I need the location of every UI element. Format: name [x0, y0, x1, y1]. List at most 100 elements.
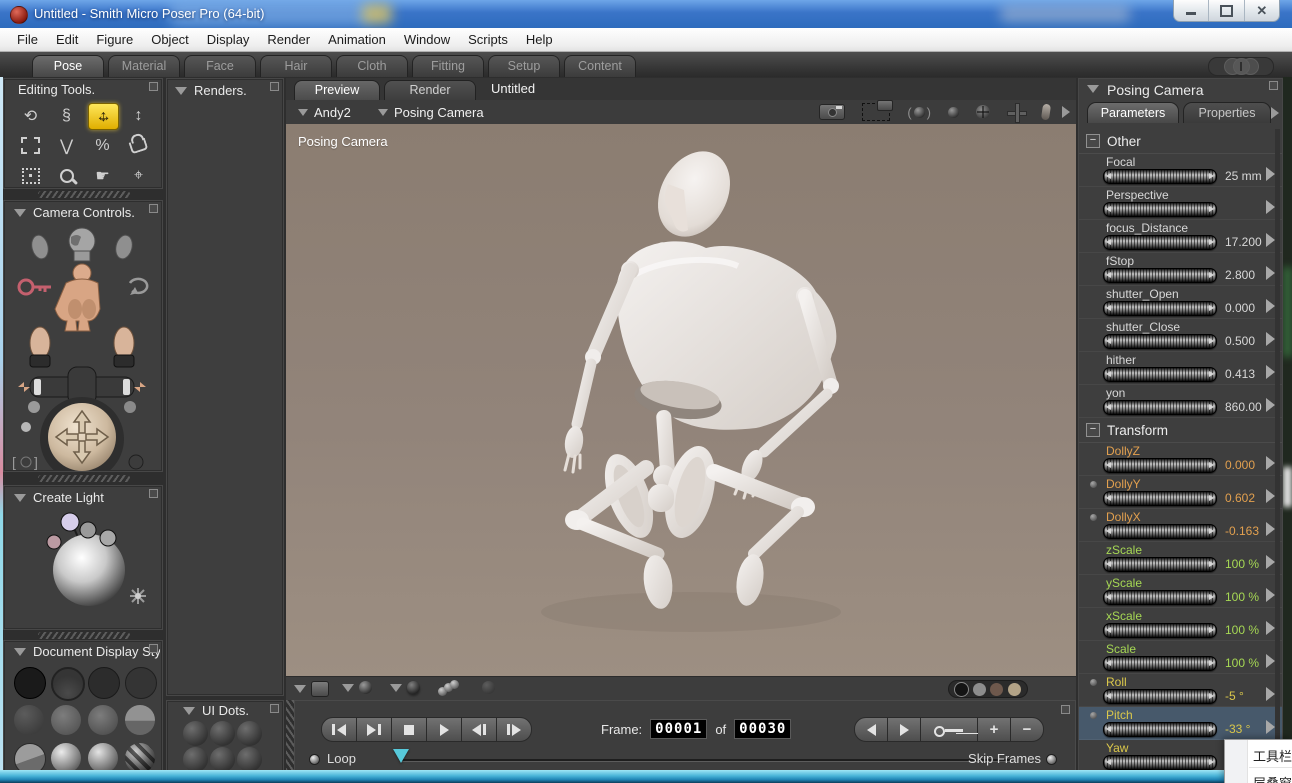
param-menu-arrow-icon[interactable] — [1266, 621, 1275, 635]
ui-dot[interactable] — [183, 747, 208, 772]
bg-color-swatch[interactable] — [990, 683, 1003, 696]
panel-menu-icon[interactable] — [1269, 81, 1278, 90]
preview-viewport[interactable]: Posing Camera — [286, 124, 1076, 676]
param-value[interactable]: 0.413 — [1225, 367, 1255, 381]
param-dial[interactable] — [1103, 458, 1217, 473]
current-frame-field[interactable]: 00001 — [650, 719, 707, 739]
dial-right-arrow-icon[interactable] — [1209, 239, 1214, 245]
style-smooth-lined[interactable] — [88, 743, 118, 773]
panel-divider[interactable] — [38, 191, 130, 198]
param-value[interactable]: 860.00 — [1225, 400, 1262, 414]
ui-dot[interactable] — [210, 721, 235, 746]
title-bar[interactable]: Untitled - Smith Micro Poser Pro (64-bit… — [0, 0, 1292, 28]
dial-left-arrow-icon[interactable] — [1106, 627, 1111, 633]
param-value[interactable]: 17.200 — [1225, 235, 1262, 249]
panel-menu-icon[interactable] — [1061, 705, 1070, 714]
param-dial[interactable] — [1103, 656, 1217, 671]
delete-keyframe-button[interactable]: − — [1010, 717, 1044, 742]
param-menu-arrow-icon[interactable] — [1266, 687, 1275, 701]
param-value[interactable]: 100 % — [1225, 557, 1259, 571]
param-menu-arrow-icon[interactable] — [1266, 588, 1275, 602]
param-menu-arrow-icon[interactable] — [1266, 332, 1275, 346]
dial-left-arrow-icon[interactable] — [1106, 239, 1111, 245]
tracking-mode-control[interactable] — [438, 681, 460, 697]
dial-right-arrow-icon[interactable] — [1209, 660, 1214, 666]
figure-andy2[interactable] — [286, 124, 1076, 676]
param-menu-arrow-icon[interactable] — [1266, 456, 1275, 470]
param-value[interactable]: 0.500 — [1225, 334, 1255, 348]
param-dial[interactable] — [1103, 202, 1217, 217]
room-tab-face[interactable]: Face — [184, 55, 256, 77]
param-dial[interactable] — [1103, 689, 1217, 704]
panel-menu-icon[interactable] — [270, 82, 279, 91]
param-dial[interactable] — [1103, 367, 1217, 382]
menu-object[interactable]: Object — [142, 32, 198, 47]
panel-menu-icon[interactable] — [149, 204, 158, 213]
trackball-icon[interactable] — [976, 105, 990, 119]
menu-item-toolbars[interactable]: 工具栏 — [1253, 746, 1292, 765]
timeline-drag-handle[interactable] — [286, 700, 294, 771]
menu-help[interactable]: Help — [517, 32, 562, 47]
depth-cue-control[interactable] — [294, 681, 329, 697]
bracketed-ball-icon[interactable]: () — [907, 105, 931, 120]
ui-dot[interactable] — [237, 721, 262, 746]
param-menu-arrow-icon[interactable] — [1266, 398, 1275, 412]
room-tab-pose[interactable]: Pose — [32, 55, 104, 77]
room-tab-hair[interactable]: Hair — [260, 55, 332, 77]
style-flat-shaded[interactable] — [51, 705, 81, 735]
style-cartoon[interactable] — [125, 705, 155, 735]
param-dial[interactable] — [1103, 590, 1217, 605]
menu-file[interactable]: File — [8, 32, 47, 47]
dial-left-arrow-icon[interactable] — [1106, 594, 1111, 600]
style-lit-wireframe[interactable] — [14, 705, 44, 735]
room-tab-setup[interactable]: Setup — [488, 55, 560, 77]
dial-right-arrow-icon[interactable] — [1209, 173, 1214, 179]
dial-right-arrow-icon[interactable] — [1209, 759, 1214, 765]
last-frame-button[interactable] — [356, 717, 392, 742]
step-back-button[interactable] — [461, 717, 497, 742]
param-value[interactable]: 0.000 — [1225, 458, 1255, 472]
param-dial[interactable] — [1103, 169, 1217, 184]
style-outline[interactable] — [51, 667, 85, 701]
param-dial[interactable] — [1103, 268, 1217, 283]
figure-selector[interactable]: Andy2 — [298, 105, 351, 120]
skip-frames-indicator[interactable] — [1046, 754, 1057, 765]
dial-right-arrow-icon[interactable] — [1209, 495, 1214, 501]
dial-left-arrow-icon[interactable] — [1106, 462, 1111, 468]
room-tab-cloth[interactable]: Cloth — [336, 55, 408, 77]
bg-color-swatch[interactable] — [973, 683, 986, 696]
dial-right-arrow-icon[interactable] — [1209, 693, 1214, 699]
param-menu-arrow-icon[interactable] — [1266, 654, 1275, 668]
collapse-section-icon[interactable]: − — [1086, 134, 1100, 148]
panel-menu-icon[interactable] — [149, 82, 158, 91]
ui-dot[interactable] — [183, 721, 208, 746]
dial-left-arrow-icon[interactable] — [1106, 272, 1111, 278]
param-menu-arrow-icon[interactable] — [1266, 365, 1275, 379]
collapse-icon[interactable] — [1087, 85, 1099, 93]
param-dial[interactable] — [1103, 400, 1217, 415]
param-dial[interactable] — [1103, 623, 1217, 638]
dial-right-arrow-icon[interactable] — [1209, 561, 1214, 567]
param-value[interactable]: 0.000 — [1225, 301, 1255, 315]
collapse-icon[interactable] — [14, 209, 26, 217]
panel-menu-icon[interactable] — [270, 704, 279, 713]
dial-right-arrow-icon[interactable] — [1209, 371, 1214, 377]
tab-preview[interactable]: Preview — [294, 80, 380, 100]
dial-left-arrow-icon[interactable] — [1106, 561, 1111, 567]
param-menu-arrow-icon[interactable] — [1266, 720, 1275, 734]
dial-left-arrow-icon[interactable] — [1106, 759, 1111, 765]
param-menu-arrow-icon[interactable] — [1266, 555, 1275, 569]
total-frames-field[interactable]: 00030 — [734, 719, 791, 739]
collapse-icon[interactable] — [14, 648, 26, 656]
param-value[interactable]: 100 % — [1225, 656, 1259, 670]
param-value[interactable]: 100 % — [1225, 623, 1259, 637]
dial-left-arrow-icon[interactable] — [1106, 528, 1111, 534]
loop-indicator[interactable] — [309, 754, 320, 765]
dial-right-arrow-icon[interactable] — [1209, 338, 1214, 344]
dial-right-arrow-icon[interactable] — [1209, 272, 1214, 278]
param-menu-arrow-icon[interactable] — [1266, 299, 1275, 313]
tab-parameters[interactable]: Parameters — [1087, 102, 1179, 123]
bg-color-swatch[interactable] — [955, 683, 968, 696]
create-light-graphic[interactable] — [4, 508, 162, 628]
panel-menu-icon[interactable] — [149, 644, 158, 653]
